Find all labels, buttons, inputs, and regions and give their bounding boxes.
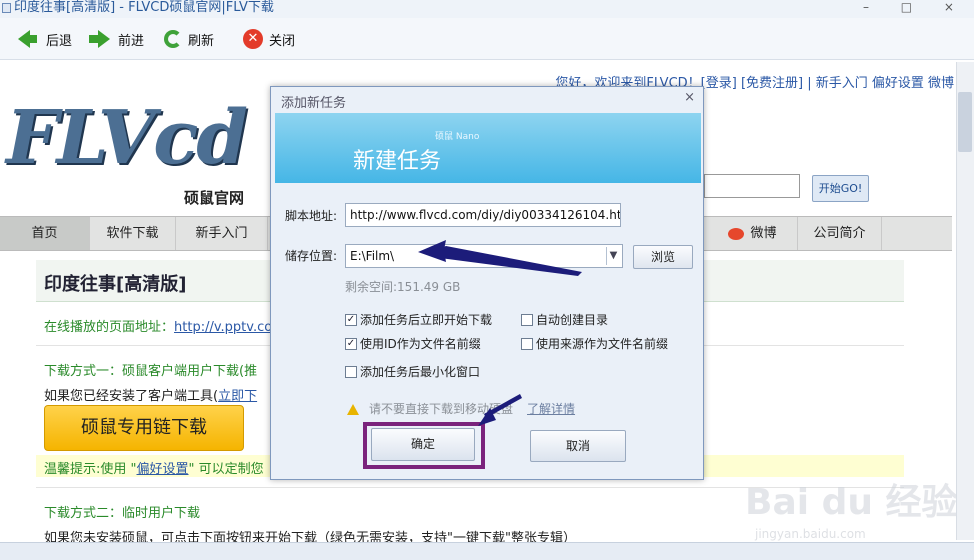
window-title-bar: 印度往事[高清版] - FLVCD硕鼠官网|FLV下载 (0, 0, 974, 18)
ok-button[interactable]: 确定 (371, 428, 475, 461)
free-space-text: 剩余空间:151.49 GB (345, 280, 461, 294)
forward-button[interactable]: 前进 (89, 28, 145, 50)
checkbox-box[interactable] (521, 313, 533, 326)
warning-icon (347, 404, 359, 415)
status-bar (0, 542, 974, 560)
refresh-icon (164, 30, 182, 48)
back-label: 后退 (46, 33, 73, 49)
checkbox-box[interactable] (345, 365, 357, 378)
learn-more-link[interactable]: 了解详情 (527, 402, 575, 416)
dialog-banner: 硕鼠 Nano 新建任务 (275, 113, 701, 183)
checkbox-label: 自动创建目录 (536, 313, 609, 327)
page-title: 印度往事[高清版] (44, 274, 187, 295)
watermark-url: jingyan.baidu.com (755, 527, 866, 541)
download-way-2: 下载方式二：临时用户下载 (44, 506, 201, 521)
checkbox-minimize[interactable]: 添加任务后最小化窗口 (345, 363, 480, 380)
browse-button[interactable]: 浏览 (633, 245, 693, 269)
dialog-title: 添加新任务 (281, 96, 347, 111)
forward-label: 前进 (118, 33, 145, 49)
scrollbar-thumb[interactable] (958, 92, 972, 152)
dedicated-download-button[interactable]: 硕鼠专用链下载 (44, 405, 244, 451)
window-controls[interactable]: – □ × (863, 0, 968, 14)
checkbox-label: 使用来源作为文件名前缀 (536, 337, 669, 351)
installed-hint-text: 如果您已经安装了客户端工具( (44, 389, 219, 404)
checkbox-box[interactable] (521, 337, 533, 350)
checkbox-source-prefix[interactable]: 使用来源作为文件名前缀 (521, 335, 668, 352)
nav-item-weibo-label: 微博 (750, 226, 777, 241)
download-way-1: 下载方式一：硕鼠客户端用户下载(推 (44, 364, 258, 379)
close-button[interactable]: ✕ 关闭 (243, 28, 295, 50)
warning-row: 请不要直接下载到移动硬盘 了解详情 (347, 400, 575, 417)
window-title: 印度往事[高清版] - FLVCD硕鼠官网|FLV下载 (14, 0, 274, 15)
nav-item-software[interactable]: 软件下载 (90, 217, 176, 250)
banner-title: 新建任务 (353, 149, 442, 174)
chevron-down-icon[interactable]: ▼ (606, 247, 620, 265)
save-location-value: E:\Film\ (350, 249, 395, 263)
nav-item-weibo[interactable]: 微博 (708, 217, 798, 250)
save-location-label: 储存位置: (285, 249, 338, 263)
nav-item-newbie[interactable]: 新手入门 (176, 217, 268, 250)
baidu-watermark: Bai du 经验 jingyan.baidu.com (745, 455, 965, 545)
search-button[interactable]: 开始GO! (812, 175, 869, 202)
site-logo[interactable]: FLVcd 硕鼠官网 (6, 95, 258, 210)
script-url-input[interactable]: http://www.flvcd.com/diy/diy00334126104.… (345, 203, 621, 227)
banner-brand: 硕鼠 Nano (435, 132, 480, 142)
logo-text: FLVcd (6, 95, 248, 181)
back-arrow-icon (18, 30, 37, 48)
browser-toolbar: 后退 前进 刷新 ✕ 关闭 (0, 18, 974, 60)
page-icon (2, 3, 11, 13)
checkbox-id-prefix[interactable]: ✓ 使用ID作为文件名前缀 (345, 335, 481, 352)
checkbox-label: 添加任务后最小化窗口 (360, 365, 481, 379)
checkbox-box[interactable]: ✓ (345, 313, 357, 326)
script-url-label: 脚本地址: (285, 209, 338, 223)
checkbox-auto-create-dir[interactable]: 自动创建目录 (521, 311, 608, 328)
close-label: 关闭 (269, 33, 296, 49)
dialog-close-icon[interactable]: × (684, 90, 695, 105)
checkbox-label: 使用ID作为文件名前缀 (360, 337, 481, 351)
nav-item-home[interactable]: 首页 (0, 217, 90, 250)
warning-text: 请不要直接下载到移动硬盘 (369, 402, 514, 416)
checkbox-box[interactable]: ✓ (345, 337, 357, 350)
weibo-icon (728, 227, 745, 240)
online-url-line: 在线播放的页面地址：http://v.pptv.co (44, 316, 272, 335)
checkbox-label: 添加任务后立即开始下载 (360, 313, 493, 327)
nav-item-company[interactable]: 公司简介 (798, 217, 882, 250)
back-button[interactable]: 后退 (18, 28, 72, 50)
tip-prefix: 温馨提示:使用 " (44, 462, 137, 477)
logo-subtitle: 硕鼠官网 (184, 189, 245, 207)
installed-hint: 如果您已经安装了客户端工具(立即下 (44, 385, 257, 404)
refresh-label: 刷新 (188, 33, 215, 49)
checkbox-start-immediately[interactable]: ✓ 添加任务后立即开始下载 (345, 311, 492, 328)
tip-suffix: " 可以定制您 (188, 462, 264, 477)
preferences-link[interactable]: 偏好设置 (137, 462, 189, 477)
refresh-button[interactable]: 刷新 (164, 28, 214, 50)
tip-text: 温馨提示:使用 "偏好设置" 可以定制您 (44, 458, 264, 477)
install-now-link[interactable]: 立即下 (218, 389, 257, 404)
online-url-label: 在线播放的页面地址： (44, 320, 175, 335)
watermark-logo: Bai du 经验 (745, 482, 958, 523)
online-url-link[interactable]: http://v.pptv.co (174, 320, 272, 335)
search-input[interactable] (704, 174, 800, 198)
forward-arrow-icon (89, 30, 110, 48)
save-location-select[interactable]: E:\Film\ ▼ (345, 244, 623, 268)
cancel-button[interactable]: 取消 (530, 430, 626, 462)
close-icon: ✕ (243, 29, 263, 49)
add-task-dialog: 添加新任务 × 硕鼠 Nano 新建任务 脚本地址: http://www.fl… (270, 86, 704, 480)
